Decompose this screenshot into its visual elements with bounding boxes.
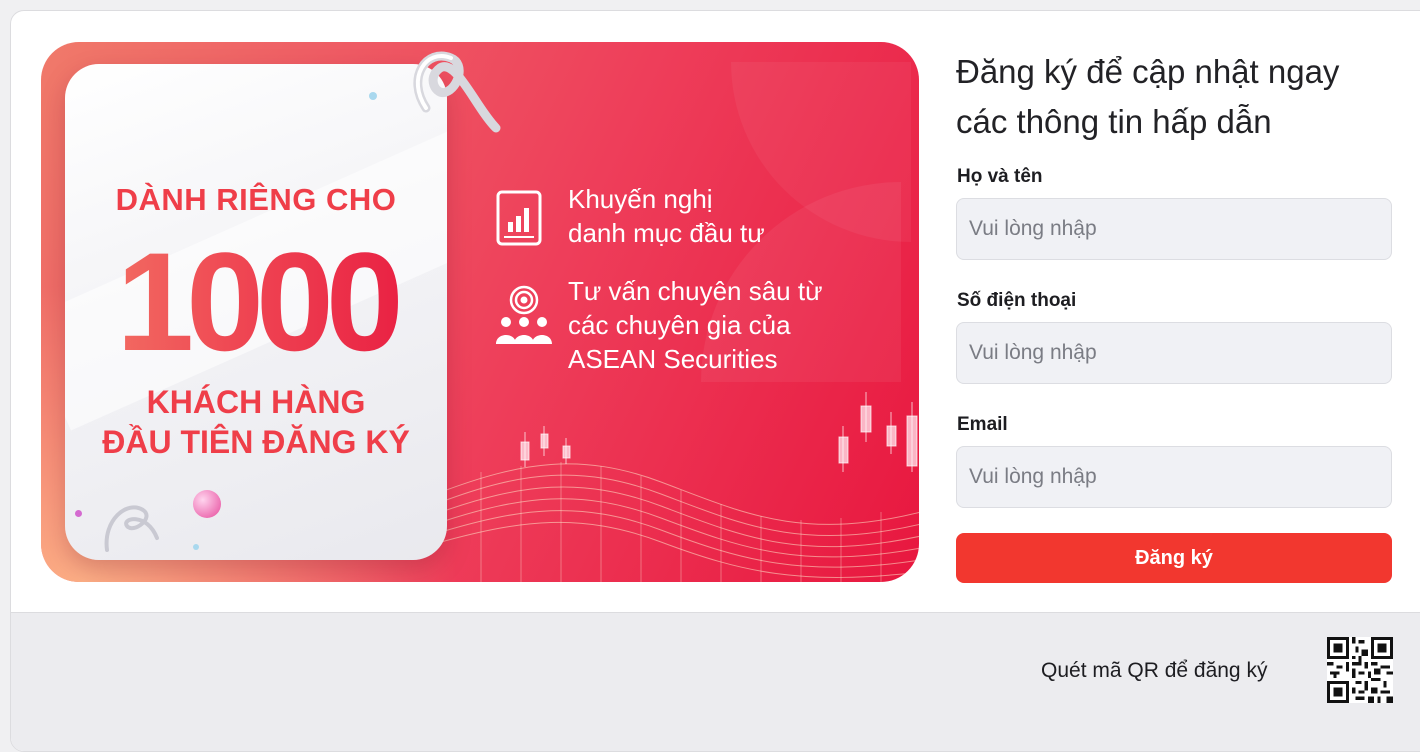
promo-banner: DÀNH RIÊNG CHO 1000 KHÁCH HÀNG ĐẦU TIÊN … <box>41 42 919 582</box>
bubble-decor <box>193 490 221 518</box>
promo-bottom-line-2: ĐẦU TIÊN ĐĂNG KÝ <box>102 424 410 460</box>
full-name-input[interactable] <box>956 198 1392 260</box>
register-button[interactable]: Đăng ký <box>956 533 1392 583</box>
registration-card: DÀNH RIÊNG CHO 1000 KHÁCH HÀNG ĐẦU TIÊN … <box>10 10 1420 752</box>
ribbon-decor-icon <box>413 51 501 133</box>
feature-line: các chuyên gia của <box>568 310 791 340</box>
wave-graphic <box>441 392 919 582</box>
promo-top-line: DÀNH RIÊNG CHO <box>115 182 397 217</box>
report-chart-icon <box>496 190 542 246</box>
form-title: Đăng ký để cập nhật ngay các thông tin h… <box>956 47 1396 147</box>
email-label: Email <box>957 414 1008 435</box>
promo-bottom-line-1: KHÁCH HÀNG <box>146 384 366 420</box>
swirl-decor-icon <box>104 505 159 552</box>
qr-code-icon[interactable] <box>1327 637 1393 703</box>
promo-big-number: 1000 <box>65 232 447 372</box>
form-title-line: Đăng ký để cập nhật ngay <box>956 53 1340 90</box>
feature-text: Tư vấn chuyên sâu từ các chuyên gia của … <box>568 274 823 376</box>
bubble-decor <box>193 544 199 550</box>
footer-bar: Quét mã QR để đăng ký <box>11 612 1420 751</box>
bubble-decor <box>369 92 377 100</box>
phone-label: Số điện thoại <box>957 290 1077 311</box>
feature-line: Khuyến nghị <box>568 184 713 214</box>
promo-paper-card: DÀNH RIÊNG CHO 1000 KHÁCH HÀNG ĐẦU TIÊN … <box>65 64 447 560</box>
expert-target-icon <box>496 285 552 344</box>
feature-line: danh mục đầu tư <box>568 218 765 248</box>
feature-line: Tư vấn chuyên sâu từ <box>568 276 823 306</box>
phone-input[interactable] <box>956 322 1392 384</box>
feature-text: Khuyến nghị danh mục đầu tư <box>568 182 765 250</box>
full-name-label: Họ và tên <box>957 166 1043 187</box>
qr-instruction-text: Quét mã QR để đăng ký <box>1041 659 1268 682</box>
bubble-decor <box>75 510 82 517</box>
email-input[interactable] <box>956 446 1392 508</box>
feature-line: ASEAN Securities <box>568 344 778 374</box>
form-title-line: các thông tin hấp dẫn <box>956 103 1272 140</box>
